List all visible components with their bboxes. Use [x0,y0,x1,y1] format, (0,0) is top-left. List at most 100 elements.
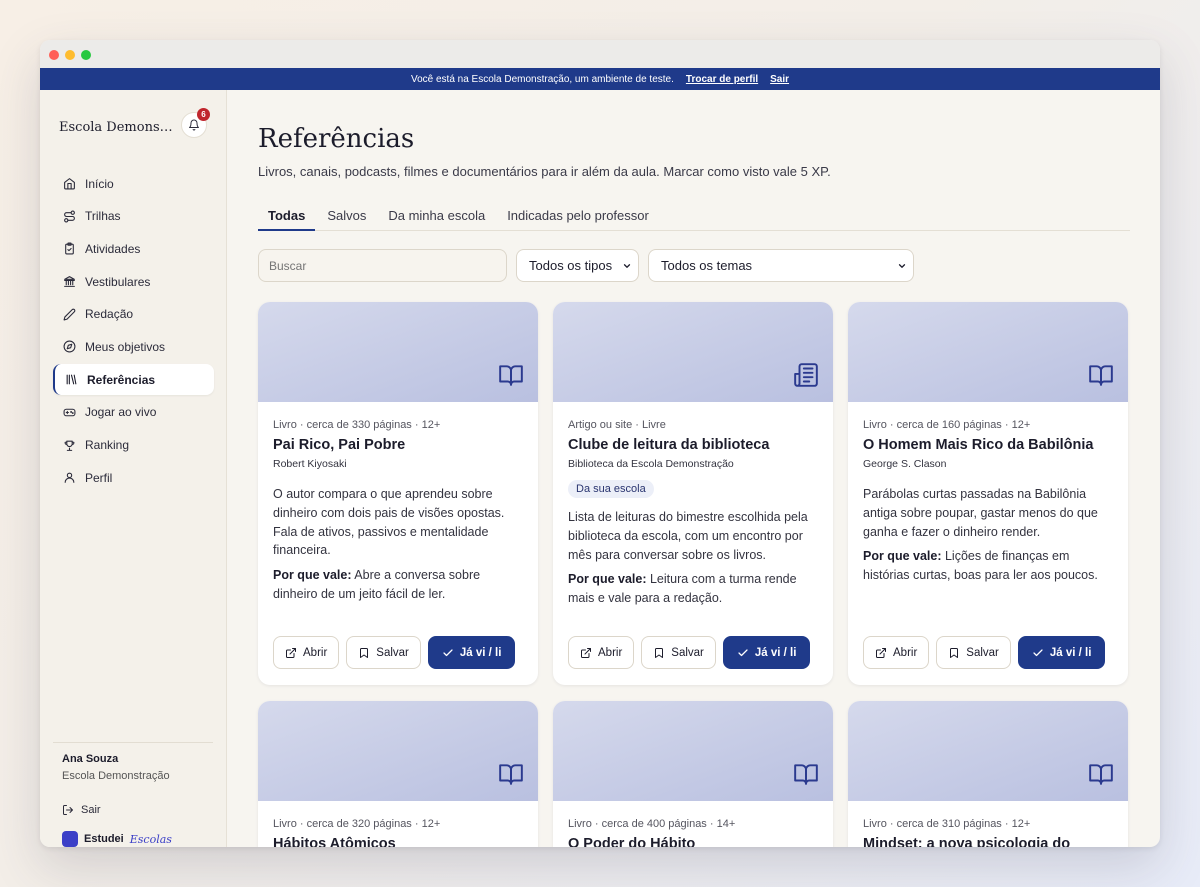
sidebar-item-vestibulares[interactable]: Vestibulares [53,266,214,297]
user-name: Ana Souza [62,753,119,765]
mark-seen-label: Já vi / li [754,646,797,659]
card-why: Por que vale: Leitura com a turma rende … [568,570,818,608]
open-button[interactable]: Abrir [273,636,340,669]
save-label: Salvar [671,646,704,659]
brand-mark-icon [62,831,78,847]
card-cover [258,701,538,801]
library-icon [66,374,77,385]
save-label: Salvar [966,646,999,659]
book-icon [794,764,818,785]
card-title: Clube de leitura da biblioteca [568,437,770,453]
tab-da-minha-escola[interactable]: Da minha escola [378,199,495,231]
theme-filter-select[interactable]: Todos os temas [648,249,914,282]
save-button[interactable]: Salvar [641,636,716,669]
card-description: Lista de leituras do bimestre escolhida … [568,510,808,562]
switch-profile-link[interactable]: Trocar de perfil [686,74,758,85]
mark-seen-label: Já vi / li [1049,646,1092,659]
sidebar-item-label: Atividades [85,241,141,256]
bookmark-icon [950,647,959,658]
card-cover [848,302,1128,402]
save-button[interactable]: Salvar [346,636,421,669]
book-icon [499,764,523,785]
logout-button[interactable]: Sair [62,804,101,816]
card-meta: Livro · cerca de 310 páginas · 12+ [863,818,1031,830]
user-school: Escola Demonstração [62,770,170,782]
sidebar-item-jogar-ao-vivo[interactable]: Jogar ao vivo [53,397,214,428]
gamepad-icon [63,408,76,417]
check-icon [738,648,748,656]
card-cover [553,701,833,801]
card-cover [553,302,833,402]
tab-todas[interactable]: Todas [258,199,316,231]
sidebar-item-trilhas[interactable]: Trilhas [53,201,214,232]
mark-seen-button[interactable]: Já vi / li [1017,636,1106,669]
notification-count-badge: 6 [197,108,210,121]
sidebar-item-label: Jogar ao vivo [85,405,157,420]
why-label: Por que vale: [568,572,647,587]
sidebar-divider [53,742,213,743]
sidebar-item-redacao[interactable]: Redação [53,299,214,330]
card-why: Por que vale: Abre a conversa sobre dinh… [273,566,523,604]
external-link-icon [876,647,886,658]
mark-seen-button[interactable]: Já vi / li [427,636,516,669]
home-icon [64,178,75,190]
reference-card: Livro · cerca de 330 páginas · 12+ Pai R… [258,302,538,685]
mark-seen-button[interactable]: Já vi / li [722,636,811,669]
type-filter-select[interactable]: Todos os tipos [516,249,639,282]
card-meta: Livro · cerca de 400 páginas · 14+ [568,818,736,830]
tab-salvos[interactable]: Salvos [317,199,376,231]
reference-card: Livro · cerca de 310 páginas · 12+ Minds… [848,701,1128,847]
card-why: Por que vale: Lições de finanças em hist… [863,547,1113,585]
bell-icon [189,119,199,131]
newspaper-icon [794,363,818,387]
sidebar-item-inicio[interactable]: Início [53,168,214,199]
sidebar-item-referencias[interactable]: Referências [53,364,214,396]
open-button[interactable]: Abrir [863,636,930,669]
card-title: O Homem Mais Rico da Babilônia [863,437,1094,453]
reference-card: Livro · cerca de 400 páginas · 14+ O Pod… [553,701,833,847]
maximize-window-button[interactable] [81,50,91,60]
reference-card: Artigo ou site · Livre Clube de leitura … [553,302,833,685]
sidebar-item-perfil[interactable]: Perfil [53,462,214,493]
school-tag-badge: Da sua escola [568,480,654,498]
reference-card: Livro · cerca de 160 páginas · 12+ O Hom… [848,302,1128,685]
card-description: Parábolas curtas passadas na Babilônia a… [863,487,1098,539]
sidebar-item-meus-objetivos[interactable]: Meus objetivos [53,331,214,362]
brand-name: Estudei [84,833,124,845]
demo-banner-text: Você está na Escola Demonstração, um amb… [410,73,674,85]
card-title: Hábitos Atômicos [273,836,396,847]
card-meta: Livro · cerca de 160 páginas · 12+ [863,419,1031,431]
save-label: Salvar [376,646,409,659]
theme-filter-value: Todos os temas [661,258,753,273]
banner-exit-link[interactable]: Sair [770,74,789,85]
clipboard-icon [65,242,74,255]
mark-seen-label: Já vi / li [459,646,502,659]
sidebar-item-label: Ranking [85,438,130,452]
card-cover [258,302,538,402]
card-author: Biblioteca da Escola Demonstração [568,458,734,470]
open-button[interactable]: Abrir [568,636,635,669]
search-input[interactable] [258,249,507,282]
card-description: O autor compara o que aprendeu sobre din… [273,487,505,558]
demo-banner: Você está na Escola Demonstração, um amb… [40,68,1160,90]
notifications-button[interactable]: 6 [181,108,210,138]
check-icon [1033,648,1043,656]
page-subtitle: Livros, canais, podcasts, filmes e docum… [258,164,831,179]
why-label: Por que vale: [863,549,942,564]
bookmark-icon [655,647,664,658]
sidebar-item-atividades[interactable]: Atividades [53,233,214,264]
minimize-window-button[interactable] [65,50,75,60]
browser-window: Você está na Escola Demonstração, um amb… [40,40,1160,847]
route-icon [64,210,75,223]
external-link-icon [286,647,296,658]
sidebar-item-ranking[interactable]: Ranking [53,430,214,461]
save-button[interactable]: Salvar [936,636,1011,669]
chevron-down-icon [623,263,631,268]
check-icon [443,648,453,656]
type-filter-value: Todos os tipos [529,258,613,273]
close-window-button[interactable] [49,50,59,60]
filter-tabs: Todas Salvos Da minha escola Indicadas p… [258,199,1130,231]
institution-icon [64,276,75,287]
tab-indicadas-pelo-professor[interactable]: Indicadas pelo professor [497,199,659,231]
book-icon [1089,764,1113,785]
